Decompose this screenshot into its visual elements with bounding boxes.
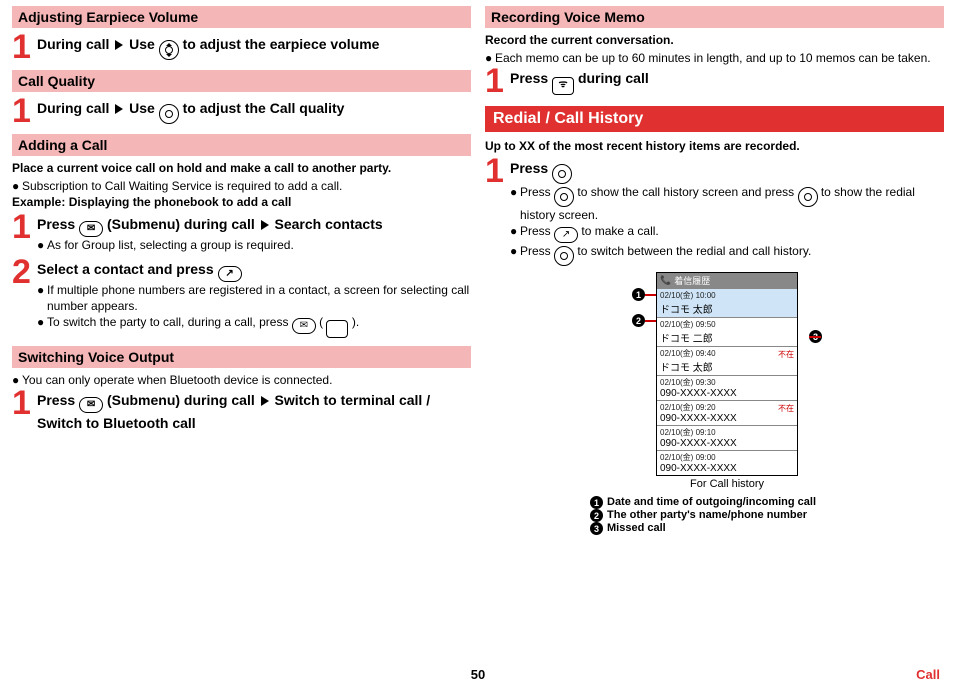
step-number: 1 (12, 96, 37, 126)
nav-key-icon (554, 246, 574, 266)
step-instruction: Press ᯤ during call (510, 68, 944, 95)
phone-titlebar: 📞 着信履歴 (657, 273, 797, 288)
legend-3: 3 (590, 522, 603, 535)
memo-key-icon: ᯤ (552, 77, 574, 95)
section-lead: Record the current conversation. (485, 32, 944, 48)
note-bullet: ●Subscription to Call Waiting Service is… (12, 178, 471, 194)
phone-icon: 📞 (660, 275, 671, 286)
section-lead: Place a current voice call on hold and m… (12, 160, 471, 176)
step-instruction: During call Use to adjust the Call quali… (37, 98, 471, 124)
step-instruction: Press ✉ (Submenu) during call Switch to … (37, 390, 471, 433)
note-bullet: ●If multiple phone numbers are registere… (37, 282, 471, 314)
section-header-earpiece-volume: Adjusting Earpiece Volume (12, 6, 471, 28)
legend-2: 2 (590, 509, 603, 522)
note-bullet: ●As for Group list, selecting a group is… (37, 237, 471, 253)
footer-section: Call (916, 667, 940, 682)
mail-key-icon: ✉ (79, 221, 103, 237)
nav-key-icon (552, 164, 572, 184)
section-header-adding-call: Adding a Call (12, 134, 471, 156)
mail-key-icon: ✉ (292, 318, 316, 334)
list-item: 02/10(金) 09:40ドコモ 太郎不在 (657, 346, 797, 375)
super-header-redial: Redial / Call History (485, 106, 944, 132)
list-item: 02/10(金) 09:10090-XXXX-XXXX (657, 425, 797, 450)
step-number: 1 (12, 32, 37, 62)
mail-key-icon: ✉ (79, 397, 103, 413)
note-bullet: ●Each memo can be up to 60 minutes in le… (485, 50, 944, 66)
note-bullet: ●You can only operate when Bluetooth dev… (12, 372, 471, 388)
step-number: 1 (12, 212, 37, 242)
triangle-icon (261, 220, 269, 230)
legend-1: 1 (590, 496, 603, 509)
call-key-icon: ↗ (218, 266, 242, 282)
step-instruction: During call Use to adjust the earpiece v… (37, 34, 471, 60)
step-number: 2 (12, 257, 37, 287)
triangle-icon (115, 104, 123, 114)
list-item: 02/10(金) 09:50ドコモ 二郎 (657, 317, 797, 346)
call-key-icon: ↗ (554, 227, 578, 243)
nav-key-icon (159, 104, 179, 124)
callout-1: 1 (632, 288, 645, 301)
step-instruction: Press ✉ (Submenu) during call Search con… (37, 214, 471, 237)
step-number: 1 (485, 156, 510, 186)
step-instruction: Press (510, 158, 944, 184)
triangle-icon (115, 40, 123, 50)
list-item: 02/10(金) 10:00ドコモ 太郎 (657, 288, 797, 317)
page-number: 50 (471, 667, 485, 682)
section-header-voice-output: Switching Voice Output (12, 346, 471, 368)
note-bullet: ● Press to show the call history screen … (510, 184, 944, 223)
section-header-voice-memo: Recording Voice Memo (485, 6, 944, 28)
phone-screen: 📞 着信履歴 02/10(金) 10:00ドコモ 太郎02/10(金) 09:5… (656, 272, 798, 476)
step-number: 1 (12, 388, 37, 418)
list-item: 02/10(金) 09:00090-XXXX-XXXX (657, 450, 797, 475)
note-bullet: ● To switch the party to call, during a … (37, 314, 471, 338)
section-header-call-quality: Call Quality (12, 70, 471, 92)
step-number: 1 (485, 66, 510, 96)
callout-2: 2 (632, 314, 645, 327)
triangle-icon (261, 396, 269, 406)
screen-caption: For Call history (597, 478, 857, 490)
example-label: Example: Displaying the phonebook to add… (12, 194, 471, 210)
note-bullet: ● Press ↗ to make a call. (510, 223, 944, 243)
section-lead: Up to XX of the most recent history item… (485, 138, 944, 154)
list-item: 02/10(金) 09:20090-XXXX-XXXX不在 (657, 400, 797, 425)
switch-key-icon (326, 320, 348, 338)
list-item: 02/10(金) 09:30090-XXXX-XXXX (657, 375, 797, 400)
note-bullet: ● Press to switch between the redial and… (510, 243, 944, 266)
nav-key-icon (554, 187, 574, 207)
nav-key-icon (159, 40, 179, 60)
step-instruction: Select a contact and press ↗ (37, 259, 471, 282)
nav-key-icon (798, 187, 818, 207)
